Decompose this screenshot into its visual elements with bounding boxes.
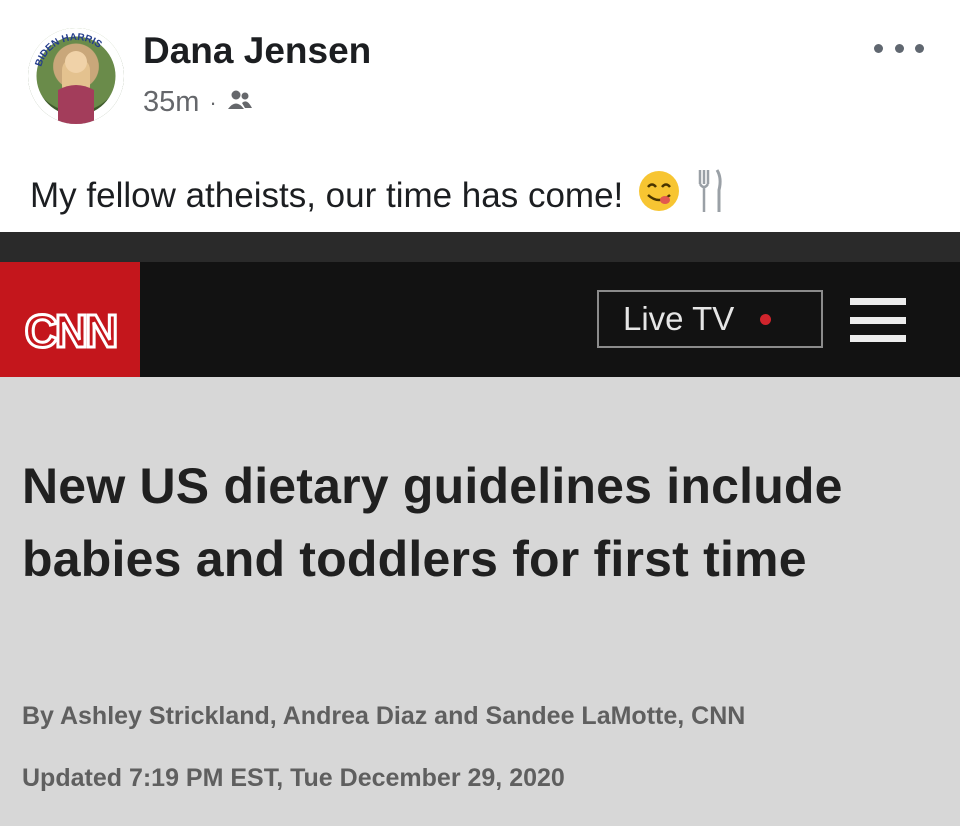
article-updated-timestamp: Updated 7:19 PM EST, Tue December 29, 20… [22, 764, 565, 792]
live-indicator-icon [760, 313, 772, 325]
fork-and-knife-icon [695, 166, 725, 225]
article-byline: By Ashley Strickland, Andrea Diaz and Sa… [22, 702, 746, 730]
article-header [0, 377, 960, 826]
post-meta: 35m · [143, 86, 253, 119]
post-text: My fellow atheists, our time has come! [30, 166, 725, 225]
cnn-top-strip [0, 232, 960, 262]
yum-face-icon [637, 169, 681, 222]
more-options-icon[interactable] [874, 36, 924, 60]
article-headline[interactable]: New US dietary guidelines include babies… [22, 450, 922, 596]
avatar[interactable]: BIDEN HARRIS [28, 28, 124, 124]
post-author-name[interactable]: Dana Jensen [143, 30, 371, 72]
friends-icon[interactable] [227, 86, 253, 119]
live-tv-button[interactable]: Live TV [597, 290, 823, 348]
meta-separator: · [209, 89, 217, 115]
avatar-frame: BIDEN HARRIS [28, 28, 124, 124]
post-body: My fellow atheists, our time has come! [30, 175, 624, 215]
live-tv-label: Live TV [623, 300, 735, 337]
svg-text:CNN: CNN [25, 305, 116, 357]
hamburger-menu-icon[interactable] [850, 298, 906, 342]
post-timestamp[interactable]: 35m [143, 86, 199, 119]
cnn-logo-mark: CNN [23, 304, 120, 359]
